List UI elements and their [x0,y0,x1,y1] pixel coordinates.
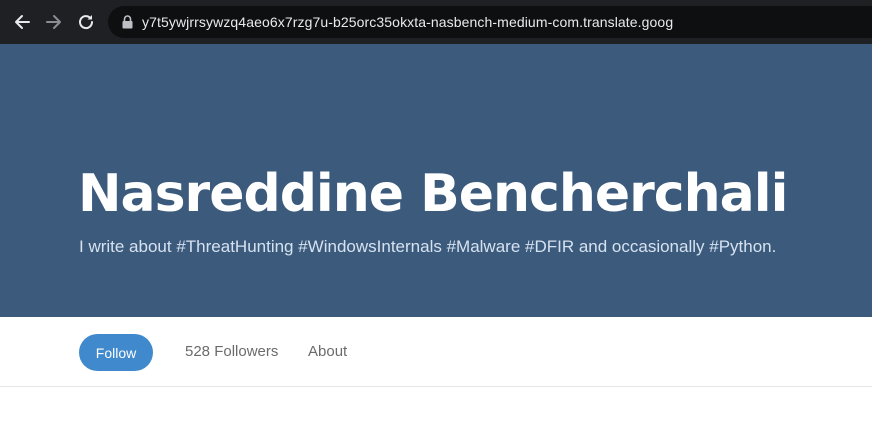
profile-bio: I write about #ThreatHunting #WindowsInt… [79,237,777,256]
followers-link[interactable]: 528 Followers [185,343,278,360]
address-bar[interactable]: y7t5ywjrrsywzq4aeo6x7rzg7u-b25orc35okxta… [108,6,872,38]
address-url: y7t5ywjrrsywzq4aeo6x7rzg7u-b25orc35okxta… [142,14,674,30]
follow-button[interactable]: Follow [79,334,153,371]
forward-button[interactable] [42,10,66,34]
back-button[interactable] [10,10,34,34]
reload-button[interactable] [74,10,98,34]
about-link[interactable]: About [308,343,347,360]
profile-header: Nasreddine Bencherchali I write about #T… [0,44,872,317]
reload-icon [77,13,95,31]
arrow-left-icon [13,13,31,31]
profile-name: Nasreddine Bencherchali [78,164,788,224]
lock-icon [120,14,134,30]
browser-toolbar: y7t5ywjrrsywzq4aeo6x7rzg7u-b25orc35okxta… [0,0,872,44]
profile-actions-bar: Follow 528 Followers About [0,317,872,387]
arrow-right-icon [45,13,63,31]
